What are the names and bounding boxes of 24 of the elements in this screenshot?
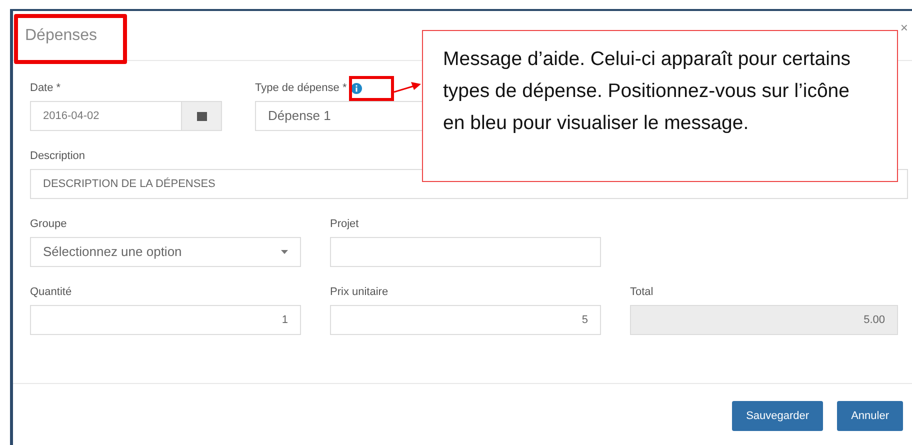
select-field[interactable]: Sélectionnez une option — [30, 237, 301, 267]
field-label: Prix unitaire — [330, 284, 388, 300]
total-field: 5.00 — [630, 305, 898, 335]
field-label: Description — [30, 148, 86, 164]
dialog-title: Dépenses — [25, 26, 98, 46]
save-button[interactable]: Sauvegarder — [732, 401, 824, 431]
number-field[interactable]: 5 — [330, 305, 601, 335]
field-label: Type de dépense * — [255, 80, 347, 96]
field-label: Quantité — [30, 284, 72, 300]
select-field[interactable]: Dépense 1 — [255, 101, 422, 131]
field-label: Projet — [330, 216, 359, 232]
callout-text: Message d’aide. Celui-ci apparaît pour certains types de dépense. Positionnez-vous sur l’icône en bleu pour visualiser le message. — [443, 47, 852, 136]
field-label: Total — [630, 284, 654, 300]
cancel-button[interactable]: Annuler — [837, 401, 903, 431]
field-label: Groupe — [30, 216, 67, 232]
calendar-button[interactable] — [181, 102, 221, 130]
caret-icon — [281, 250, 288, 254]
highlight-frame — [349, 76, 394, 101]
close-button[interactable]: × — [900, 21, 908, 34]
date-field[interactable]: 2016-04-02 — [30, 101, 222, 131]
number-field[interactable]: 1 — [30, 305, 301, 335]
text-field[interactable] — [330, 237, 601, 267]
info-icon[interactable] — [350, 82, 362, 94]
field-label: Date * — [30, 80, 61, 96]
